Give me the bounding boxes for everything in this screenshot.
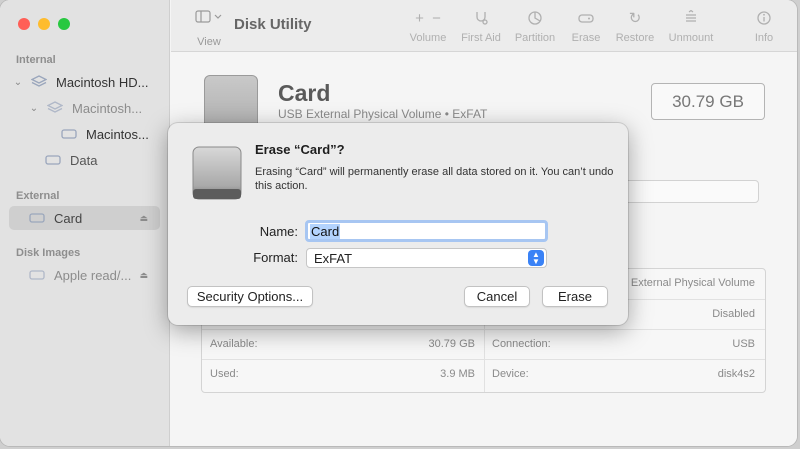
partition-button[interactable]: Partition (512, 10, 558, 44)
restore-button[interactable]: ↻ Restore (614, 10, 656, 44)
sidebar: Internal ⌄ Macintosh HD... ⌄ Macintosh..… (0, 0, 170, 446)
partition-label: Partition (514, 32, 556, 44)
sidebar-item-label: Macintos... (86, 126, 149, 142)
sidebar-item-label: Macintosh HD... (56, 74, 149, 90)
minimize-button[interactable] (38, 18, 50, 30)
name-label: Name: (259, 224, 298, 239)
up-down-chevron-icon: ▲ ▼ (528, 250, 544, 266)
volume-button[interactable]: + − Volume (407, 10, 449, 44)
sidebar-item-label: Macintosh... (72, 100, 143, 116)
sidebar-item-card[interactable]: Card ⏏ (28, 206, 158, 230)
sidebar-section-disk-images: Disk Images (16, 247, 81, 259)
sidebar-item-apple-read[interactable]: Apple read/... ⏏ (28, 263, 158, 287)
erase-dialog: Erase “Card”? Erasing “Card” will perman… (168, 123, 628, 325)
erase-label: Erase (571, 32, 601, 44)
unmount-icon (666, 9, 716, 28)
erase-button[interactable]: Erase (542, 286, 608, 307)
row-label: Available: (210, 338, 258, 350)
security-options-button[interactable]: Security Options... (187, 286, 313, 307)
drive-icon (28, 211, 46, 225)
row-value: 3.9 MB (440, 368, 475, 380)
dialog-message: Erasing “Card” will permanently erase al… (255, 166, 614, 192)
volume-name: Card (278, 80, 331, 106)
sidebar-item-label: Data (70, 152, 98, 168)
dialog-title: Erase “Card”? (255, 142, 345, 157)
row-value: Disabled (712, 308, 755, 320)
drive-icon (44, 153, 62, 167)
info-button[interactable]: Info (749, 10, 779, 44)
window-controls (18, 18, 70, 30)
chevron-down-icon[interactable]: ⌄ (12, 77, 24, 88)
eject-icon[interactable]: ⏏ (139, 213, 148, 224)
stethoscope-icon (459, 10, 503, 28)
eject-icon[interactable]: ⏏ (139, 270, 148, 281)
volume-label: Volume (409, 32, 447, 44)
eraser-icon (569, 10, 603, 28)
first-aid-button[interactable]: First Aid (459, 10, 503, 44)
row-label: Used: (210, 368, 239, 380)
restore-icon: ↻ (628, 10, 642, 27)
info-label: Info (754, 32, 774, 44)
restore-label: Restore (615, 32, 655, 44)
plus-minus-icon: + − (415, 10, 441, 27)
sidebar-section-internal: Internal (16, 54, 56, 66)
format-select-value: ExFAT (314, 250, 353, 266)
sidebar-item-data[interactable]: Data (44, 148, 97, 172)
sidebar-item-macintosh-volume[interactable]: ⌄ Macintosh... (28, 96, 142, 120)
sidebar-section-external: External (16, 190, 60, 202)
sidebar-item-label: Apple read/... (54, 267, 132, 283)
row-label: Device: (492, 368, 529, 380)
table-row: Used: 3.9 MB Device: disk4s2 (202, 359, 765, 388)
view-label: View (197, 36, 221, 48)
volume-subtitle: USB External Physical Volume • ExFAT (278, 107, 488, 121)
unmount-button[interactable]: Unmount (666, 9, 716, 44)
zoom-button[interactable] (58, 18, 70, 30)
stack-icon (30, 75, 48, 89)
drive-icon (60, 127, 78, 141)
stack-icon (46, 101, 64, 115)
erase-toolbar-button[interactable]: Erase (569, 10, 603, 44)
pie-icon (512, 10, 558, 28)
format-select[interactable]: ExFAT ▲ ▼ (306, 248, 547, 268)
row-value: 30.79 GB (428, 338, 475, 350)
info-icon (749, 10, 779, 28)
table-row: Available: 30.79 GB Connection: USB (202, 329, 765, 358)
sidebar-item-macintosh-hd[interactable]: ⌄ Macintosh HD... (12, 70, 149, 94)
window-title: Disk Utility (234, 16, 312, 33)
volume-size: 30.79 GB (651, 83, 765, 120)
row-value: External Physical Volume (630, 277, 755, 289)
sidebar-toggle-icon (195, 10, 222, 23)
format-label: Format: (253, 250, 298, 265)
row-value: disk4s2 (717, 368, 755, 380)
external-drive-icon (192, 146, 242, 200)
cancel-button[interactable]: Cancel (464, 286, 530, 307)
sidebar-item-macintosh-snapshot[interactable]: Macintos... (60, 122, 149, 146)
view-button[interactable]: View (189, 10, 229, 48)
drive-icon (28, 268, 46, 282)
row-label: Connection: (492, 338, 551, 350)
close-button[interactable] (18, 18, 30, 30)
name-field-value: Card (310, 223, 341, 239)
sidebar-item-label: Card (54, 210, 83, 226)
row-value: USB (732, 338, 755, 350)
first-aid-label: First Aid (461, 32, 501, 44)
name-field[interactable]: Card (305, 220, 548, 242)
chevron-down-icon[interactable]: ⌄ (28, 103, 40, 114)
unmount-label: Unmount (668, 32, 714, 44)
toolbar: View Disk Utility + − Volume First Aid P… (171, 0, 797, 52)
